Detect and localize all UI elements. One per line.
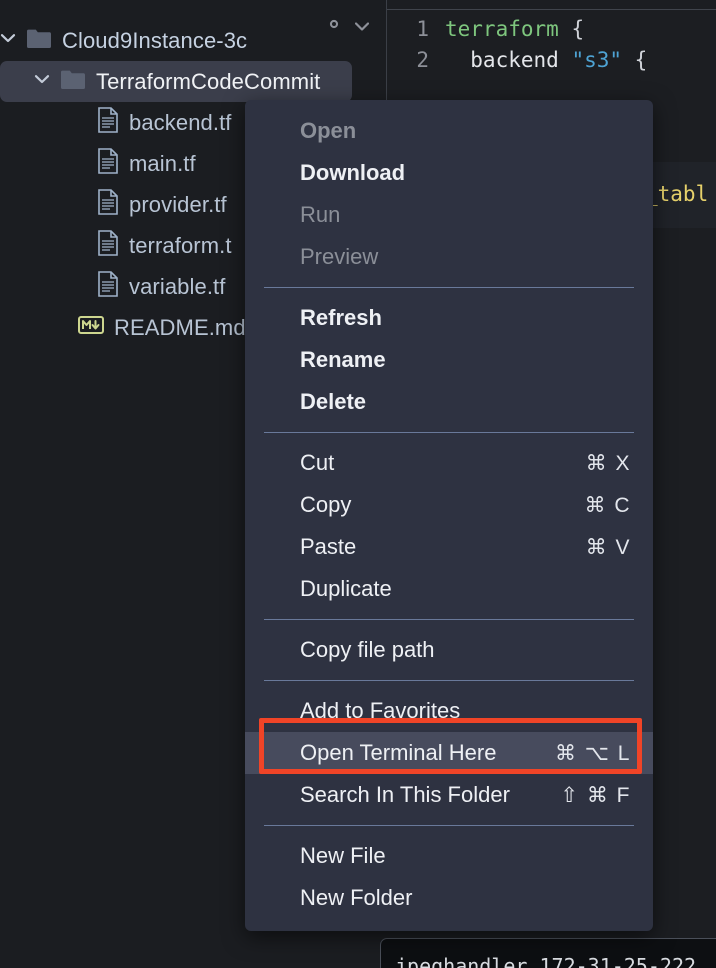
menu-item-shortcut: ⌘ C	[584, 493, 631, 517]
tree-item-cloud9instance-3c[interactable]: Cloud9Instance-3c	[0, 20, 360, 61]
menu-item-shortcut: ⌘ X	[585, 451, 631, 475]
menu-item-search-in-this-folder[interactable]: Search In This Folder ⇧ ⌘ F	[245, 774, 653, 816]
code-token: "s3"	[571, 48, 623, 72]
menu-item-add-to-favorites[interactable]: Add to Favorites	[245, 690, 653, 732]
menu-item-label: Rename	[300, 347, 386, 372]
gear-icon	[320, 10, 348, 43]
file-icon	[97, 271, 119, 302]
menu-item-copy-file-path[interactable]: Copy file path	[245, 629, 653, 671]
file-icon	[97, 148, 119, 179]
code-line: 1 terraform {	[387, 14, 716, 45]
menu-item-label: Copy file path	[300, 637, 435, 662]
menu-item-label: New Folder	[300, 885, 413, 910]
chevron-down-icon[interactable]	[34, 74, 50, 90]
tree-item-label: Cloud9Instance-3c	[62, 27, 248, 53]
code-token: backend	[445, 48, 572, 72]
tree-item-label: terraform.t	[129, 232, 232, 258]
menu-item-cut[interactable]: Cut ⌘ X	[245, 442, 653, 484]
code-line: 2 backend "s3" {	[387, 45, 716, 76]
menu-item-preview: Preview	[245, 236, 653, 278]
file-icon	[97, 189, 119, 220]
menu-item-label: Run	[300, 202, 341, 227]
line-number: 2	[416, 48, 429, 72]
menu-item-label: Open	[300, 118, 357, 143]
menu-item-label: Duplicate	[300, 576, 392, 601]
menu-item-label: Search In This Folder	[300, 782, 510, 807]
line-number: 1	[416, 17, 429, 41]
ide-screenshot: 1 terraform {2 backend "s3" { _tabl jpegh…	[0, 0, 716, 968]
menu-item-new-file[interactable]: New File	[245, 835, 653, 877]
menu-item-label: Add to Favorites	[300, 698, 461, 723]
menu-item-label: Download	[300, 160, 406, 185]
tree-item-label: variable.tf	[129, 273, 226, 299]
menu-item-delete[interactable]: Delete	[245, 381, 653, 423]
tree-item-label: TerraformCodeCommit	[96, 68, 321, 94]
menu-item-copy[interactable]: Copy ⌘ C	[245, 484, 653, 526]
menu-item-open: Open	[245, 110, 653, 152]
file-icon	[97, 230, 119, 261]
tree-item-label: provider.tf	[129, 191, 227, 217]
editor-top-divider	[387, 9, 716, 10]
tree-item-label: README.md	[114, 314, 246, 340]
tree-item-label: main.tf	[129, 150, 196, 176]
code-token: {	[571, 17, 585, 41]
menu-item-label: Cut	[300, 450, 335, 475]
tree-settings-menu-button[interactable]	[320, 10, 370, 43]
file-context-menu[interactable]: Open Download Run Preview Refresh Rename Delet…	[245, 100, 653, 931]
menu-item-label: Refresh	[300, 305, 382, 330]
menu-separator	[264, 680, 634, 681]
menu-item-open-terminal-here[interactable]: Open Terminal Here ⌘ ⌥ L	[245, 732, 653, 774]
file-icon	[97, 107, 119, 138]
code-yellow-token: _tabl	[645, 182, 709, 206]
menu-item-download[interactable]: Download	[245, 152, 653, 194]
menu-item-shortcut: ⇧ ⌘ F	[560, 783, 631, 807]
menu-item-label: Paste	[300, 534, 357, 559]
terminal-panel[interactable]: jpeghandler 172-31-25-222	[380, 938, 716, 968]
menu-separator	[264, 825, 634, 826]
menu-item-duplicate[interactable]: Duplicate	[245, 568, 653, 610]
menu-separator	[264, 619, 634, 620]
menu-item-new-folder[interactable]: New Folder	[245, 877, 653, 919]
menu-item-label: Preview	[300, 244, 379, 269]
menu-item-label: Copy	[300, 492, 352, 517]
folder-icon	[26, 28, 52, 54]
menu-item-shortcut: ⌘ ⌥ L	[554, 741, 631, 765]
menu-item-rename[interactable]: Rename	[245, 339, 653, 381]
menu-item-paste[interactable]: Paste ⌘ V	[245, 526, 653, 568]
tree-item-label: backend.tf	[129, 109, 232, 135]
markdown-icon	[78, 316, 104, 339]
chevron-down-icon[interactable]	[0, 33, 16, 49]
menu-item-run: Run	[245, 194, 653, 236]
menu-separator	[264, 287, 634, 288]
code-token: terraform	[445, 17, 559, 41]
chevron-down-icon	[354, 18, 370, 36]
menu-item-shortcut: ⌘ V	[585, 535, 631, 559]
code-token: {	[622, 48, 648, 72]
menu-item-refresh[interactable]: Refresh	[245, 297, 653, 339]
menu-item-label: New File	[300, 843, 386, 868]
tree-item-terraformcodecommit[interactable]: TerraformCodeCommit	[0, 61, 352, 102]
menu-item-label: Delete	[300, 389, 367, 414]
menu-item-label: Open Terminal Here	[300, 740, 497, 765]
folder-icon	[60, 69, 86, 95]
code-content[interactable]: 1 terraform {2 backend "s3" {	[387, 14, 716, 76]
terminal-prompt-text: jpeghandler 172-31-25-222	[395, 954, 697, 968]
menu-separator	[264, 432, 634, 433]
